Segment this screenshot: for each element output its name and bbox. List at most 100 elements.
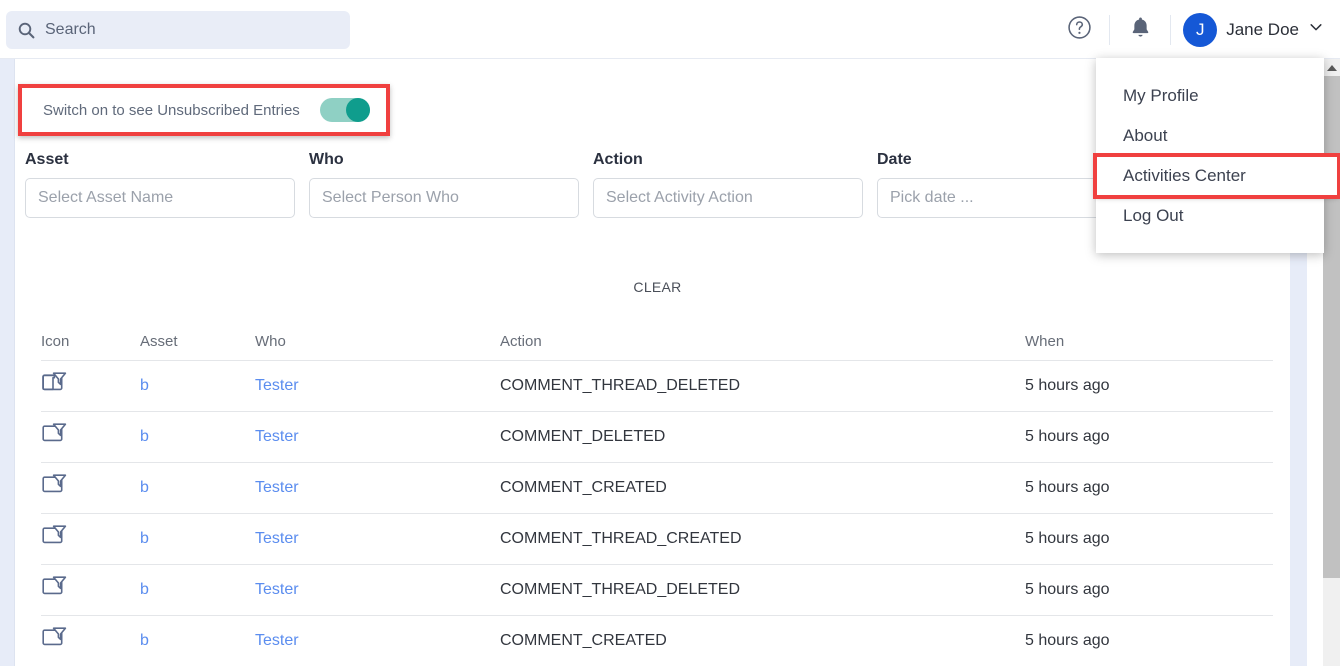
row-asset-cell: b: [140, 581, 255, 599]
row-icon-cell: [41, 472, 140, 504]
app-header: Search J Jane Doe: [0, 0, 1340, 59]
row-who-cell: Tester: [255, 428, 500, 446]
filter-label-asset: Asset: [25, 151, 69, 168]
row-when-cell: 5 hours ago: [1025, 377, 1110, 394]
row-asset-cell: b: [140, 530, 255, 548]
search-placeholder: Search: [45, 21, 96, 38]
table-row: b Tester COMMENT_CREATED 5 hours ago: [41, 616, 1273, 666]
row-when-cell: 5 hours ago: [1025, 581, 1110, 598]
table-row: b Tester COMMENT_THREAD_CREATED 5 hours …: [41, 514, 1273, 565]
asset-link[interactable]: b: [140, 581, 149, 598]
table-body: b Tester COMMENT_THREAD_DELETED 5 hours …: [41, 361, 1273, 666]
who-link[interactable]: Tester: [255, 428, 299, 445]
row-icon-cell: [41, 370, 140, 402]
notifications-button[interactable]: [1118, 8, 1162, 52]
row-when-cell: 5 hours ago: [1025, 530, 1110, 547]
menu-item-log-out[interactable]: Log Out: [1096, 196, 1324, 236]
comment-thread-icon[interactable]: [41, 625, 140, 657]
row-who-cell: Tester: [255, 530, 500, 548]
who-link[interactable]: Tester: [255, 632, 299, 649]
menu-item-about[interactable]: About: [1096, 116, 1324, 156]
row-who-cell: Tester: [255, 581, 500, 599]
comment-thread-icon[interactable]: [41, 523, 140, 555]
row-asset-cell: b: [140, 428, 255, 446]
row-icon-cell: [41, 421, 140, 453]
row-asset-cell: b: [140, 377, 255, 395]
activities-table: Icon Asset Who Action When b Tester COMM…: [41, 323, 1273, 666]
row-action-cell: COMMENT_CREATED: [500, 632, 667, 649]
unsubscribed-toggle-highlight: Switch on to see Unsubscribed Entries: [18, 84, 390, 136]
filter-group-asset: Asset: [25, 151, 309, 218]
unsubscribed-toggle[interactable]: [320, 98, 370, 122]
clear-filters-button[interactable]: CLEAR: [623, 273, 691, 301]
row-who-cell: Tester: [255, 479, 500, 497]
row-when-cell: 5 hours ago: [1025, 428, 1110, 445]
action-filter-input[interactable]: [593, 178, 863, 218]
search-icon: [18, 22, 35, 39]
who-link[interactable]: Tester: [255, 581, 299, 598]
who-filter-input[interactable]: [309, 178, 579, 218]
filter-label-action: Action: [593, 151, 643, 168]
left-rail-edge: [14, 59, 25, 666]
row-action-cell: COMMENT_THREAD_DELETED: [500, 581, 741, 598]
user-name: Jane Doe: [1226, 19, 1299, 39]
row-asset-cell: b: [140, 632, 255, 650]
notification-bell-icon: [1128, 15, 1153, 45]
help-circle-icon: [1067, 15, 1092, 45]
comment-thread-icon[interactable]: [41, 370, 140, 402]
menu-item-my-profile[interactable]: My Profile: [1096, 76, 1324, 116]
row-who-cell: Tester: [255, 377, 500, 395]
comment-thread-icon[interactable]: [41, 574, 140, 606]
table-row: b Tester COMMENT_THREAD_DELETED 5 hours …: [41, 565, 1273, 616]
table-header-row: Icon Asset Who Action When: [41, 323, 1273, 361]
who-link[interactable]: Tester: [255, 530, 299, 547]
row-icon-cell: [41, 574, 140, 606]
row-action-cell: COMMENT_CREATED: [500, 479, 667, 496]
help-button[interactable]: [1057, 8, 1101, 52]
search-box[interactable]: Search: [6, 11, 350, 49]
table-head: Icon Asset Who Action When: [41, 323, 1273, 361]
column-header-when: When: [1025, 333, 1065, 350]
asset-link[interactable]: b: [140, 377, 149, 394]
app-root: Search J Jane Doe Switch on to see Unsub…: [0, 0, 1340, 666]
menu-item-activities-center[interactable]: Activities Center: [1093, 153, 1340, 199]
scrollbar-thumb[interactable]: [1323, 76, 1340, 578]
row-action-cell: COMMENT_THREAD_DELETED: [500, 377, 741, 394]
comment-thread-icon[interactable]: [41, 472, 140, 504]
asset-link[interactable]: b: [140, 530, 149, 547]
left-rail: [0, 59, 14, 666]
table-row: b Tester COMMENT_THREAD_DELETED 5 hours …: [41, 361, 1273, 412]
filter-group-who: Who: [309, 151, 593, 218]
who-link[interactable]: Tester: [255, 377, 299, 394]
row-asset-cell: b: [140, 479, 255, 497]
row-who-cell: Tester: [255, 632, 500, 650]
asset-link[interactable]: b: [140, 428, 149, 445]
user-menu-trigger[interactable]: J Jane Doe: [1179, 8, 1330, 52]
asset-filter-input[interactable]: [25, 178, 295, 218]
filter-label-who: Who: [309, 151, 344, 168]
header-divider-1: [1109, 14, 1111, 45]
comment-thread-icon[interactable]: [41, 421, 140, 453]
who-link[interactable]: Tester: [255, 479, 299, 496]
clear-row: CLEAR: [25, 273, 1290, 301]
row-when-cell: 5 hours ago: [1025, 632, 1110, 649]
asset-link[interactable]: b: [140, 479, 149, 496]
row-action-cell: COMMENT_THREAD_CREATED: [500, 530, 742, 547]
column-header-icon: Icon: [41, 333, 70, 350]
table-row: b Tester COMMENT_CREATED 5 hours ago: [41, 463, 1273, 514]
page-scrollbar[interactable]: [1323, 59, 1340, 666]
table-row: b Tester COMMENT_DELETED 5 hours ago: [41, 412, 1273, 463]
filter-group-action: Action: [593, 151, 877, 218]
user-dropdown-menu: My Profile About Activities Center Log O…: [1093, 58, 1340, 253]
scroll-up-arrow-icon[interactable]: [1323, 59, 1340, 76]
chevron-down-icon: [1308, 19, 1324, 40]
column-header-action: Action: [500, 333, 542, 350]
row-icon-cell: [41, 523, 140, 555]
avatar: J: [1183, 12, 1218, 47]
row-icon-cell: [41, 625, 140, 657]
unsubscribed-toggle-label: Switch on to see Unsubscribed Entries: [43, 101, 300, 119]
toggle-knob: [346, 98, 370, 122]
row-action-cell: COMMENT_DELETED: [500, 428, 666, 445]
asset-link[interactable]: b: [140, 632, 149, 649]
header-divider-2: [1170, 14, 1172, 45]
